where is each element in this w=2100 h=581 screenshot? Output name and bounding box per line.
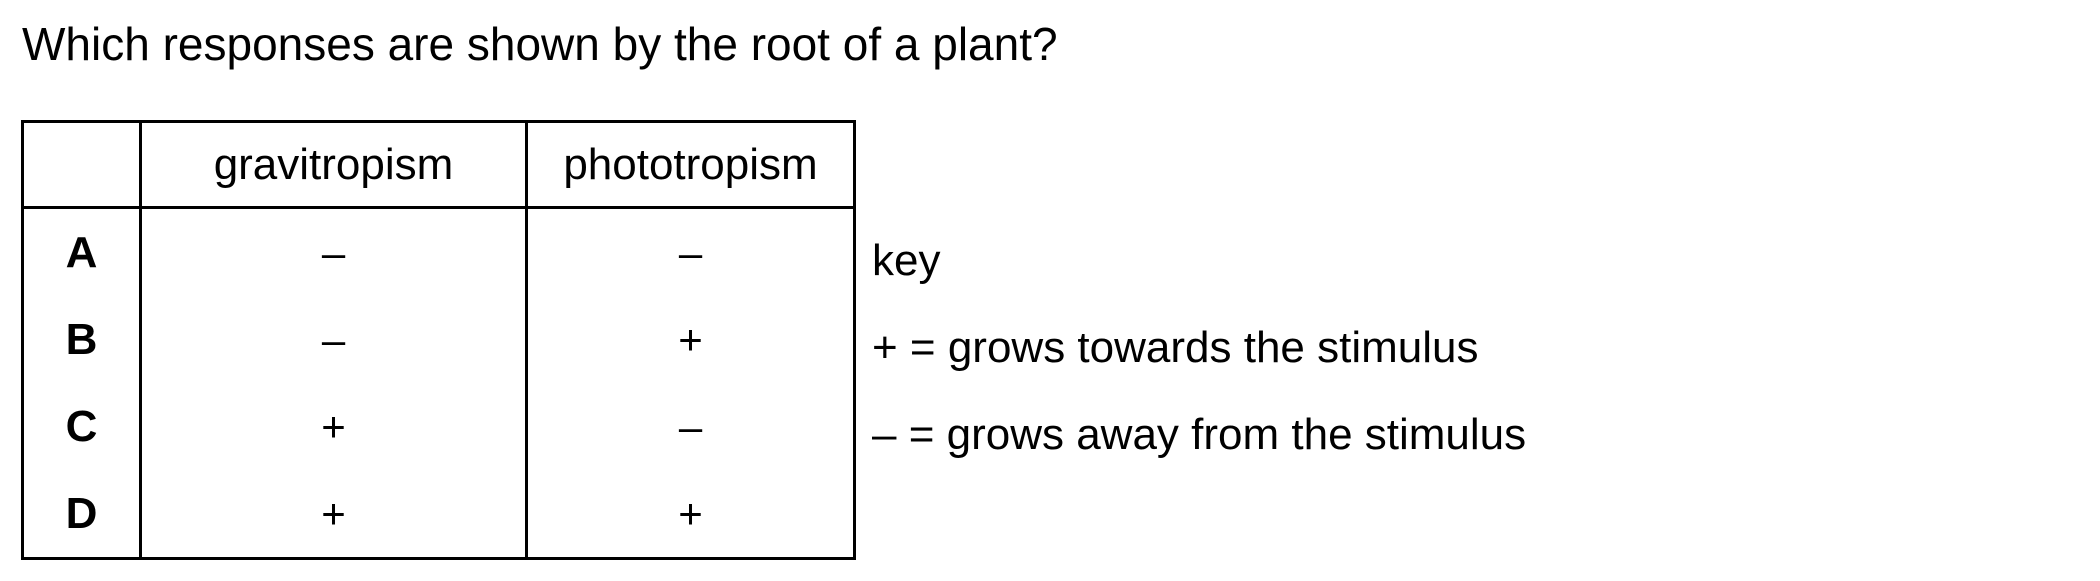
key-title: key — [872, 236, 941, 285]
option-label: B — [21, 296, 142, 383]
option-label: A — [21, 207, 142, 296]
question-text: Which responses are shown by the root of… — [22, 18, 1058, 70]
gravitropism-cell: + — [139, 470, 528, 560]
table-row: C + – — [21, 383, 856, 470]
phototropism-cell: + — [525, 296, 856, 383]
phototropism-cell: + — [525, 470, 856, 560]
key-minus-line: – = grows away from the stimulus — [872, 410, 1527, 459]
gravitropism-cell: – — [139, 296, 528, 383]
option-label: C — [21, 383, 142, 470]
phototropism-cell: – — [525, 207, 856, 296]
table-row: A – – — [21, 207, 856, 296]
table-header-row: gravitropism phototropism — [21, 120, 856, 209]
header-gravitropism: gravitropism — [139, 120, 528, 209]
table-row: B – + — [21, 296, 856, 383]
option-label: D — [21, 470, 142, 560]
phototropism-cell: – — [525, 383, 856, 470]
key-legend: key + = grows towards the stimulus – = g… — [872, 228, 1526, 489]
gravitropism-cell: + — [139, 383, 528, 470]
answer-table: gravitropism phototropism A – – B – + C … — [21, 120, 856, 560]
key-plus-line: + = grows towards the stimulus — [872, 323, 1479, 372]
table-row: D + + — [21, 470, 856, 560]
header-corner-cell — [21, 120, 142, 209]
header-phototropism: phototropism — [525, 120, 856, 209]
gravitropism-cell: – — [139, 207, 528, 296]
